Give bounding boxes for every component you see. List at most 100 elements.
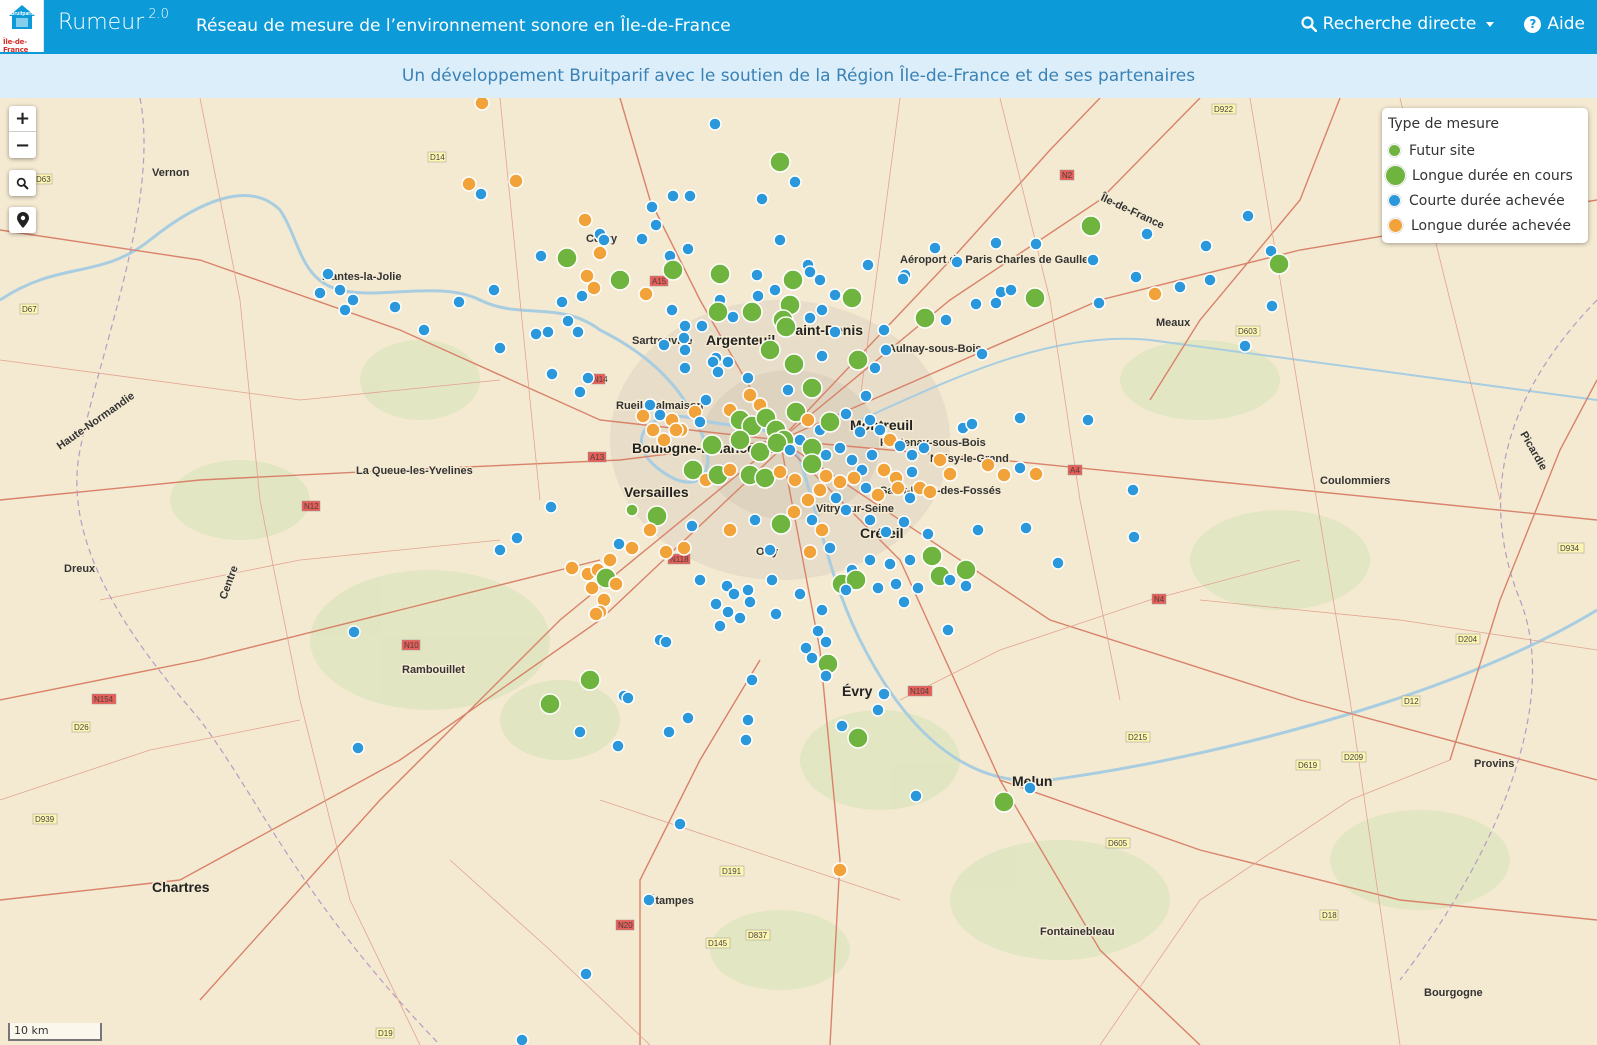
long-term-current-marker[interactable] — [556, 247, 578, 269]
long-term-completed-marker[interactable] — [818, 468, 834, 484]
short-term-site-marker[interactable] — [879, 525, 893, 539]
short-term-site-marker[interactable] — [515, 1033, 529, 1045]
long-term-current-marker[interactable] — [841, 287, 863, 309]
long-term-current-marker[interactable] — [801, 377, 823, 399]
short-term-site-marker[interactable] — [575, 289, 589, 303]
short-term-site-marker[interactable] — [975, 347, 989, 361]
short-term-site-marker[interactable] — [833, 441, 847, 455]
short-term-site-marker[interactable] — [493, 543, 507, 557]
short-term-site-marker[interactable] — [388, 300, 402, 314]
short-term-site-marker[interactable] — [877, 323, 891, 337]
long-term-current-marker[interactable] — [754, 467, 776, 489]
short-term-site-marker[interactable] — [635, 232, 649, 246]
zoom-out-button[interactable]: − — [9, 132, 36, 158]
long-term-completed-marker[interactable] — [942, 466, 958, 482]
short-term-site-marker[interactable] — [950, 255, 964, 269]
short-term-site-marker[interactable] — [896, 272, 910, 286]
short-term-site-marker[interactable] — [1238, 339, 1252, 353]
long-term-completed-marker[interactable] — [870, 487, 886, 503]
short-term-site-marker[interactable] — [699, 393, 713, 407]
short-term-site-marker[interactable] — [903, 491, 917, 505]
long-term-completed-marker[interactable] — [772, 464, 788, 480]
short-term-site-marker[interactable] — [510, 531, 524, 545]
short-term-site-marker[interactable] — [965, 417, 979, 431]
short-term-site-marker[interactable] — [351, 741, 365, 755]
long-term-current-marker[interactable] — [801, 453, 823, 475]
long-term-completed-marker[interactable] — [846, 470, 862, 486]
short-term-site-marker[interactable] — [1092, 296, 1106, 310]
long-term-completed-marker[interactable] — [802, 544, 818, 560]
legend-item-future[interactable]: Futur site — [1388, 138, 1582, 163]
short-term-site-marker[interactable] — [897, 595, 911, 609]
short-term-site-marker[interactable] — [721, 355, 735, 369]
short-term-site-marker[interactable] — [859, 481, 873, 495]
long-term-current-marker[interactable] — [1268, 253, 1290, 275]
long-term-completed-marker[interactable] — [645, 422, 661, 438]
short-term-site-marker[interactable] — [839, 503, 853, 517]
short-term-site-marker[interactable] — [917, 441, 931, 455]
short-term-site-marker[interactable] — [883, 557, 897, 571]
short-term-site-marker[interactable] — [823, 541, 837, 555]
short-term-site-marker[interactable] — [741, 371, 755, 385]
long-term-current-marker[interactable] — [847, 727, 869, 749]
short-term-site-marker[interactable] — [561, 314, 575, 328]
short-term-site-marker[interactable] — [708, 117, 722, 131]
long-term-completed-marker[interactable] — [656, 432, 672, 448]
short-term-site-marker[interactable] — [1081, 413, 1095, 427]
short-term-site-marker[interactable] — [321, 267, 335, 281]
short-term-site-marker[interactable] — [581, 371, 595, 385]
short-term-site-marker[interactable] — [813, 273, 827, 287]
short-term-site-marker[interactable] — [971, 523, 985, 537]
short-term-site-marker[interactable] — [681, 711, 695, 725]
short-term-site-marker[interactable] — [939, 313, 953, 327]
long-term-completed-marker[interactable] — [586, 280, 602, 296]
long-term-current-marker[interactable] — [819, 411, 841, 433]
long-term-completed-marker[interactable] — [676, 540, 692, 556]
short-term-site-marker[interactable] — [879, 343, 893, 357]
short-term-site-marker[interactable] — [1004, 283, 1018, 297]
short-term-site-marker[interactable] — [959, 579, 973, 593]
short-term-site-marker[interactable] — [868, 361, 882, 375]
map-search-button[interactable] — [9, 170, 36, 196]
short-term-site-marker[interactable] — [347, 625, 361, 639]
short-term-site-marker[interactable] — [815, 349, 829, 363]
short-term-site-marker[interactable] — [1129, 270, 1143, 284]
short-term-site-marker[interactable] — [839, 583, 853, 597]
short-term-site-marker[interactable] — [597, 233, 611, 247]
future-site-marker[interactable] — [625, 503, 639, 517]
long-term-current-marker[interactable] — [709, 263, 731, 285]
long-term-completed-marker[interactable] — [564, 560, 580, 576]
short-term-site-marker[interactable] — [678, 319, 692, 333]
short-term-site-marker[interactable] — [871, 581, 885, 595]
short-term-site-marker[interactable] — [741, 713, 755, 727]
short-term-site-marker[interactable] — [313, 286, 327, 300]
app-title[interactable]: Rumeur 2.0 — [58, 7, 169, 35]
short-term-site-marker[interactable] — [611, 739, 625, 753]
short-term-site-marker[interactable] — [763, 543, 777, 557]
short-term-site-marker[interactable] — [493, 341, 507, 355]
long-term-current-marker[interactable] — [847, 349, 869, 371]
short-term-site-marker[interactable] — [709, 597, 723, 611]
long-term-completed-marker[interactable] — [588, 606, 604, 622]
short-term-site-marker[interactable] — [673, 817, 687, 831]
short-term-site-marker[interactable] — [1203, 273, 1217, 287]
short-term-site-marker[interactable] — [678, 361, 692, 375]
short-term-site-marker[interactable] — [685, 519, 699, 533]
short-term-site-marker[interactable] — [819, 448, 833, 462]
long-term-completed-marker[interactable] — [638, 286, 654, 302]
long-term-completed-marker[interactable] — [602, 552, 618, 568]
short-term-site-marker[interactable] — [853, 425, 867, 439]
short-term-site-marker[interactable] — [889, 577, 903, 591]
long-term-current-marker[interactable] — [707, 301, 729, 323]
short-term-site-marker[interactable] — [727, 587, 741, 601]
short-term-site-marker[interactable] — [346, 293, 360, 307]
long-term-completed-marker[interactable] — [922, 484, 938, 500]
short-term-site-marker[interactable] — [819, 635, 833, 649]
short-term-site-marker[interactable] — [793, 587, 807, 601]
short-term-site-marker[interactable] — [1173, 280, 1187, 294]
short-term-site-marker[interactable] — [662, 725, 676, 739]
short-term-site-marker[interactable] — [677, 331, 691, 345]
short-term-site-marker[interactable] — [803, 311, 817, 325]
short-term-site-marker[interactable] — [911, 581, 925, 595]
long-term-current-marker[interactable] — [914, 307, 936, 329]
